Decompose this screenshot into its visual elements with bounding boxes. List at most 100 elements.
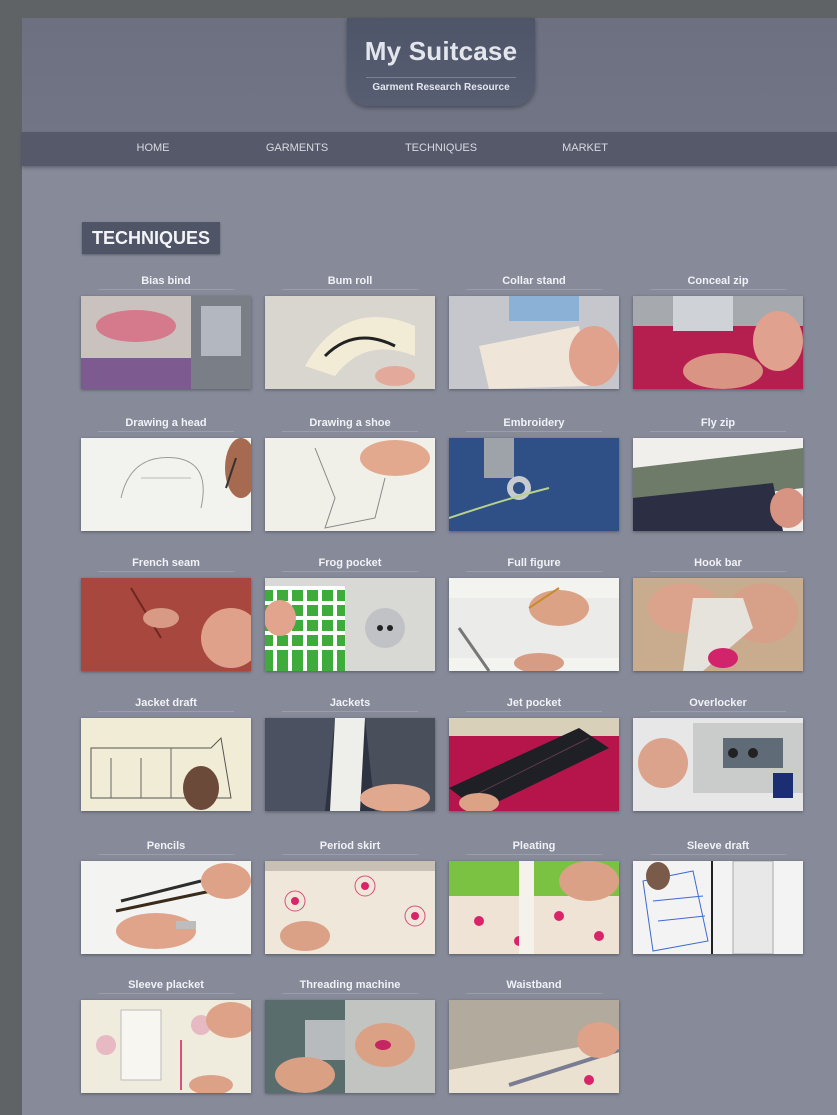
technique-card[interactable]: Full figure bbox=[449, 556, 619, 676]
logo-divider bbox=[366, 77, 516, 78]
label-divider bbox=[98, 571, 234, 572]
technique-label[interactable]: Drawing a head bbox=[81, 416, 251, 430]
section-title: TECHNIQUES bbox=[82, 222, 221, 254]
technique-card[interactable]: Fly zip bbox=[633, 416, 803, 536]
technique-thumbnail[interactable] bbox=[449, 718, 619, 811]
technique-card[interactable]: Pleating bbox=[449, 839, 619, 959]
technique-thumbnail[interactable] bbox=[265, 1000, 435, 1093]
technique-card[interactable]: Conceal zip bbox=[633, 274, 803, 394]
nav-market[interactable]: MARKET bbox=[562, 142, 608, 154]
label-divider bbox=[650, 854, 786, 855]
technique-card[interactable]: Hook bar bbox=[633, 556, 803, 676]
technique-label[interactable]: Frog pocket bbox=[265, 556, 435, 570]
nav-home[interactable]: HOME bbox=[137, 142, 170, 154]
technique-card[interactable]: Jet pocket bbox=[449, 696, 619, 816]
label-divider bbox=[282, 854, 418, 855]
technique-card[interactable]: Threading machine bbox=[265, 978, 435, 1098]
technique-label[interactable]: Jacket draft bbox=[81, 696, 251, 710]
technique-thumbnail[interactable] bbox=[81, 1000, 251, 1093]
technique-card[interactable]: Jacket draft bbox=[81, 696, 251, 816]
label-divider bbox=[466, 993, 602, 994]
technique-card[interactable]: Waistband bbox=[449, 978, 619, 1098]
label-divider bbox=[466, 431, 602, 432]
technique-thumbnail[interactable] bbox=[633, 438, 803, 531]
technique-card[interactable]: Period skirt bbox=[265, 839, 435, 959]
technique-label[interactable]: Period skirt bbox=[265, 839, 435, 853]
technique-card[interactable]: Overlocker bbox=[633, 696, 803, 816]
nav-techniques[interactable]: TECHNIQUES bbox=[405, 142, 477, 154]
label-divider bbox=[282, 289, 418, 290]
label-divider bbox=[282, 993, 418, 994]
technique-thumbnail[interactable] bbox=[449, 578, 619, 671]
label-divider bbox=[282, 431, 418, 432]
technique-card[interactable]: Drawing a head bbox=[81, 416, 251, 536]
site-subtitle: Garment Research Resource bbox=[372, 82, 510, 93]
technique-card[interactable]: Bias bind bbox=[81, 274, 251, 394]
technique-thumbnail[interactable] bbox=[449, 296, 619, 389]
technique-card[interactable]: Embroidery bbox=[449, 416, 619, 536]
technique-label[interactable]: Overlocker bbox=[633, 696, 803, 710]
technique-label[interactable]: Pencils bbox=[81, 839, 251, 853]
label-divider bbox=[282, 711, 418, 712]
site-header: My Suitcase Garment Research Resource bbox=[22, 18, 837, 132]
technique-label[interactable]: Bias bind bbox=[81, 274, 251, 288]
technique-label[interactable]: Bum roll bbox=[265, 274, 435, 288]
label-divider bbox=[466, 711, 602, 712]
technique-label[interactable]: Conceal zip bbox=[633, 274, 803, 288]
technique-card[interactable]: Frog pocket bbox=[265, 556, 435, 676]
technique-thumbnail[interactable] bbox=[265, 861, 435, 954]
technique-label[interactable]: Threading machine bbox=[265, 978, 435, 992]
nav-garments[interactable]: GARMENTS bbox=[266, 142, 328, 154]
technique-label[interactable]: Sleeve draft bbox=[633, 839, 803, 853]
label-divider bbox=[98, 993, 234, 994]
label-divider bbox=[98, 431, 234, 432]
technique-thumbnail[interactable] bbox=[265, 578, 435, 671]
technique-thumbnail[interactable] bbox=[265, 296, 435, 389]
technique-thumbnail[interactable] bbox=[633, 578, 803, 671]
technique-thumbnail[interactable] bbox=[81, 861, 251, 954]
technique-label[interactable]: Pleating bbox=[449, 839, 619, 853]
technique-card[interactable]: French seam bbox=[81, 556, 251, 676]
technique-card[interactable]: Bum roll bbox=[265, 274, 435, 394]
technique-thumbnail[interactable] bbox=[449, 1000, 619, 1093]
main-nav: HOME GARMENTS TECHNIQUES MARKET bbox=[22, 132, 837, 166]
technique-thumbnail[interactable] bbox=[265, 718, 435, 811]
technique-label[interactable]: Collar stand bbox=[449, 274, 619, 288]
technique-label[interactable]: Jackets bbox=[265, 696, 435, 710]
label-divider bbox=[98, 711, 234, 712]
technique-thumbnail[interactable] bbox=[633, 296, 803, 389]
technique-label[interactable]: Sleeve placket bbox=[81, 978, 251, 992]
label-divider bbox=[98, 289, 234, 290]
technique-card[interactable]: Sleeve draft bbox=[633, 839, 803, 959]
technique-thumbnail[interactable] bbox=[81, 718, 251, 811]
technique-card[interactable]: Jackets bbox=[265, 696, 435, 816]
technique-card[interactable]: Collar stand bbox=[449, 274, 619, 394]
label-divider bbox=[650, 289, 786, 290]
page: My Suitcase Garment Research Resource HO… bbox=[22, 18, 837, 1115]
label-divider bbox=[466, 571, 602, 572]
technique-card[interactable]: Pencils bbox=[81, 839, 251, 959]
technique-label[interactable]: Drawing a shoe bbox=[265, 416, 435, 430]
technique-thumbnail[interactable] bbox=[449, 861, 619, 954]
site-logo[interactable]: My Suitcase Garment Research Resource bbox=[347, 18, 535, 106]
technique-label[interactable]: Fly zip bbox=[633, 416, 803, 430]
technique-thumbnail[interactable] bbox=[449, 438, 619, 531]
technique-label[interactable]: Waistband bbox=[449, 978, 619, 992]
label-divider bbox=[650, 571, 786, 572]
label-divider bbox=[282, 571, 418, 572]
label-divider bbox=[466, 289, 602, 290]
technique-label[interactable]: Jet pocket bbox=[449, 696, 619, 710]
technique-thumbnail[interactable] bbox=[633, 861, 803, 954]
technique-thumbnail[interactable] bbox=[81, 578, 251, 671]
technique-label[interactable]: Full figure bbox=[449, 556, 619, 570]
technique-thumbnail[interactable] bbox=[265, 438, 435, 531]
technique-thumbnail[interactable] bbox=[633, 718, 803, 811]
site-title: My Suitcase bbox=[364, 36, 518, 66]
technique-label[interactable]: French seam bbox=[81, 556, 251, 570]
technique-label[interactable]: Embroidery bbox=[449, 416, 619, 430]
technique-thumbnail[interactable] bbox=[81, 438, 251, 531]
technique-label[interactable]: Hook bar bbox=[633, 556, 803, 570]
technique-card[interactable]: Drawing a shoe bbox=[265, 416, 435, 536]
technique-card[interactable]: Sleeve placket bbox=[81, 978, 251, 1098]
technique-thumbnail[interactable] bbox=[81, 296, 251, 389]
